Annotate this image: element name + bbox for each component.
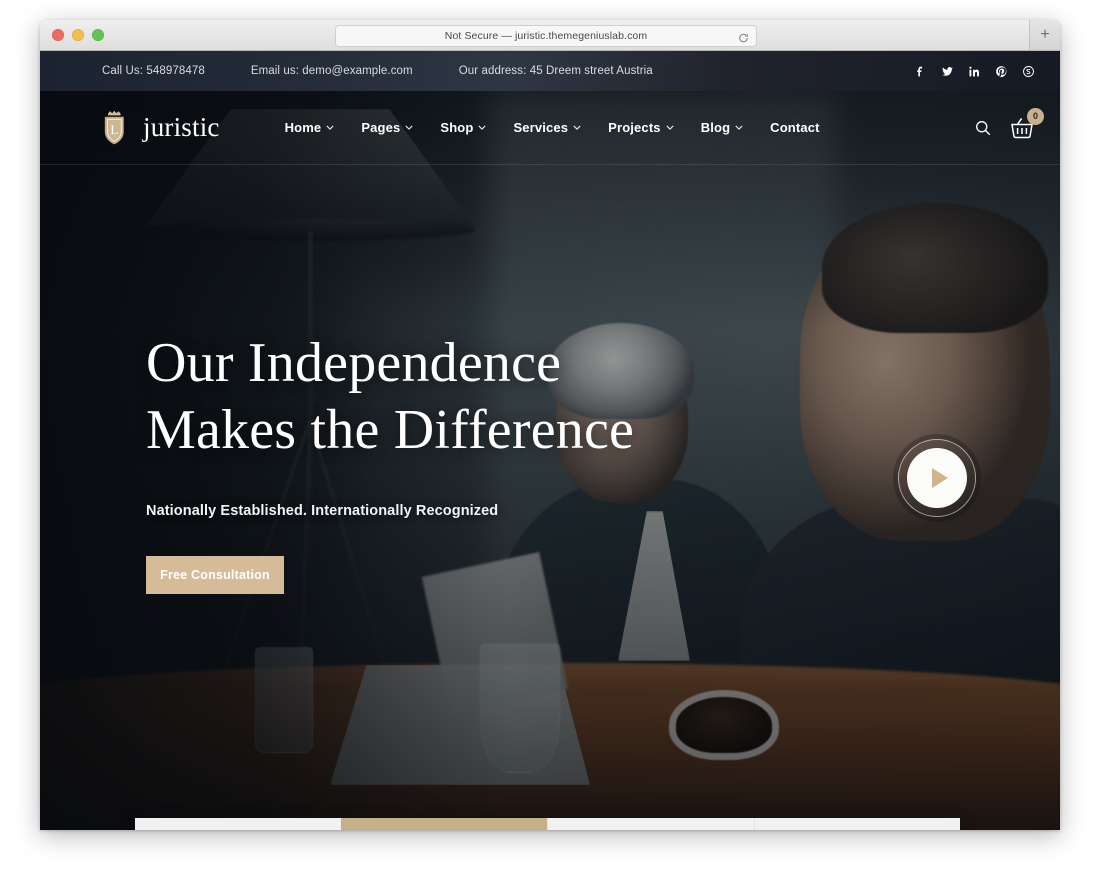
- browser-window: Not Secure — juristic.themegeniuslab.com…: [40, 20, 1060, 830]
- hero-content: Our Independence Makes the Difference Na…: [146, 335, 634, 594]
- chevron-down-icon: [478, 125, 487, 130]
- address-bar[interactable]: Not Secure — juristic.themegeniuslab.com: [335, 25, 757, 47]
- main-navigation[interactable]: Home Pages Shop Services Projects Blog C…: [285, 120, 820, 135]
- service-card-business-law[interactable]: Business law plan Business Law: [753, 818, 960, 830]
- service-card-criminal-law[interactable]: Criminal plan Criminal Law: [547, 818, 754, 830]
- nav-item-projects[interactable]: Projects: [608, 120, 674, 135]
- nav-label-pages: Pages: [361, 120, 401, 135]
- nav-item-blog[interactable]: Blog: [701, 120, 743, 135]
- search-icon[interactable]: [974, 119, 992, 137]
- chevron-down-icon: [666, 125, 674, 130]
- page-viewport: Call Us: 548978478 Email us: demo@exampl…: [40, 51, 1060, 830]
- reload-icon[interactable]: [738, 31, 749, 43]
- service-card-family-law[interactable]: Family Law plan Family Law: [135, 818, 341, 830]
- facebook-icon[interactable]: [914, 65, 927, 78]
- desktop-background: Not Secure — juristic.themegeniuslab.com…: [0, 0, 1100, 891]
- social-links[interactable]: [914, 65, 1035, 78]
- nav-label-contact: Contact: [770, 120, 820, 135]
- nav-item-pages[interactable]: Pages: [361, 120, 413, 135]
- svg-text:L: L: [110, 122, 118, 137]
- nav-item-services[interactable]: Services: [513, 120, 581, 135]
- nav-label-blog: Blog: [700, 120, 731, 135]
- nav-label-projects: Projects: [608, 120, 661, 135]
- nav-item-shop[interactable]: Shop: [440, 120, 487, 135]
- header-icons[interactable]: 0: [974, 107, 1044, 140]
- linkedin-icon[interactable]: [968, 65, 981, 78]
- hero-title-line1: Our Independence: [146, 332, 562, 394]
- window-traffic-lights[interactable]: [52, 29, 104, 41]
- play-triangle-icon: [931, 468, 948, 488]
- new-tab-button[interactable]: +: [1029, 20, 1060, 50]
- pinterest-icon[interactable]: [995, 65, 1008, 78]
- skype-icon[interactable]: [1022, 65, 1035, 78]
- service-cards[interactable]: Family Law plan Family Law: [135, 818, 960, 830]
- hero-title: Our Independence Makes the Difference: [146, 335, 634, 458]
- nav-item-home[interactable]: Home: [285, 120, 335, 135]
- shield-crown-icon: L: [102, 110, 132, 146]
- close-window-button[interactable]: [52, 29, 64, 41]
- hero-section: L juristic Home Pages Shop Services Proj…: [40, 91, 1060, 830]
- zoom-window-button[interactable]: [92, 29, 104, 41]
- nav-label-services: Services: [513, 120, 569, 135]
- brand-name: juristic: [143, 112, 220, 142]
- chevron-down-icon: [326, 125, 334, 130]
- nav-item-contact[interactable]: Contact: [770, 120, 819, 135]
- service-card-personal-injury[interactable]: Personal injury plan Personal Injury: [340, 818, 547, 830]
- chevron-down-icon: [573, 125, 581, 130]
- brand-logo[interactable]: L juristic: [102, 110, 220, 146]
- minimize-window-button[interactable]: [72, 29, 84, 41]
- topbar-address: Our address: 45 Dreem street Austria: [458, 65, 653, 77]
- hero-title-line2: Makes the Difference: [146, 399, 635, 461]
- cart-button[interactable]: 0: [1009, 107, 1044, 140]
- site-header: L juristic Home Pages Shop Services Proj…: [40, 91, 1060, 165]
- play-button-inner: [907, 448, 967, 508]
- free-consultation-button[interactable]: Free Consultation: [146, 556, 284, 594]
- top-info-bar: Call Us: 548978478 Email us: demo@exampl…: [40, 51, 1060, 91]
- play-video-button[interactable]: [898, 439, 976, 517]
- hero-subtitle: Nationally Established. Internationally …: [146, 503, 499, 519]
- nav-label-home: Home: [284, 120, 322, 135]
- twitter-icon[interactable]: [941, 65, 954, 78]
- chevron-down-icon: [405, 125, 413, 130]
- address-bar-url: Not Secure — juristic.themegeniuslab.com: [444, 30, 648, 42]
- nav-label-shop: Shop: [440, 120, 474, 135]
- chevron-down-icon: [735, 125, 743, 130]
- cart-count-badge: 0: [1027, 107, 1044, 125]
- topbar-email[interactable]: Email us: demo@example.com: [251, 65, 413, 77]
- browser-chrome: Not Secure — juristic.themegeniuslab.com…: [40, 20, 1060, 51]
- topbar-phone[interactable]: Call Us: 548978478: [102, 65, 205, 77]
